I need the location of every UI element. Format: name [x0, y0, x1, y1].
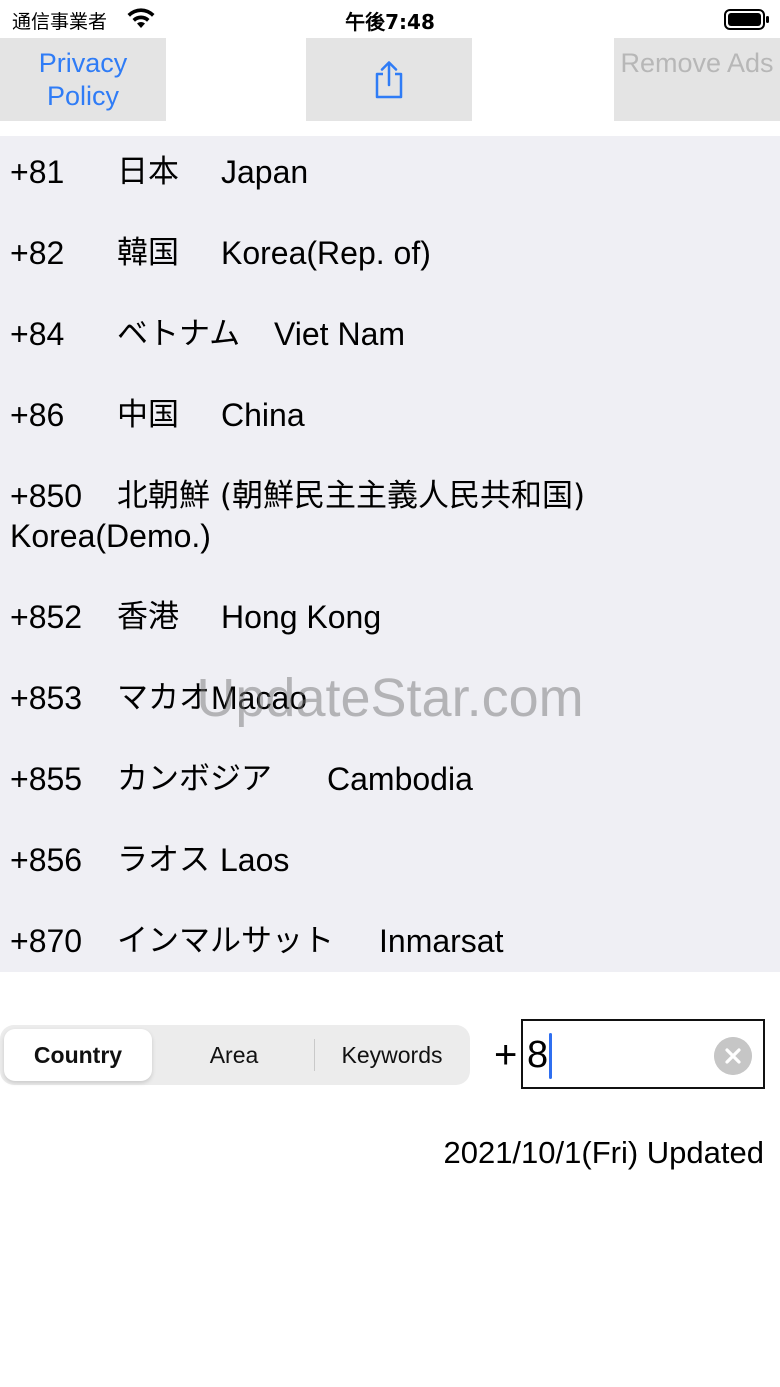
- dial-code: +81: [10, 154, 65, 190]
- dial-code-input[interactable]: 8: [521, 1019, 765, 1089]
- segment-country[interactable]: Country: [4, 1029, 152, 1081]
- country-name-en: Korea(Demo.): [10, 518, 211, 554]
- country-name-ja: 香港: [117, 599, 179, 635]
- segment-divider: [314, 1039, 315, 1071]
- dial-code: +855: [10, 761, 83, 797]
- country-name-ja: 北朝鮮 (朝鮮民主主義人民共和国): [117, 478, 586, 514]
- status-bar: 通信事業者 午後7:48: [0, 0, 780, 38]
- dial-code: +852: [10, 599, 83, 635]
- country-name-ja: カンボジア: [117, 761, 272, 797]
- search-mode-segmented-control[interactable]: Country Area Keywords: [0, 1025, 470, 1085]
- updated-date: 2021/10/1(Fri) Updated: [443, 1135, 764, 1170]
- dial-code: +84: [10, 316, 65, 352]
- country-name-en: Laos: [220, 842, 290, 878]
- country-name-en: Cambodia: [327, 761, 473, 797]
- country-name-en: Macao: [211, 680, 308, 716]
- segment-area[interactable]: Area: [160, 1029, 308, 1081]
- dial-code-value: 8: [527, 1034, 549, 1076]
- dial-code: +853: [10, 680, 83, 716]
- clock: 午後7:48: [345, 10, 435, 34]
- dial-code: +856: [10, 842, 83, 878]
- segment-keywords[interactable]: Keywords: [318, 1029, 466, 1081]
- country-name-ja: 日本: [117, 154, 179, 190]
- share-icon: [375, 61, 403, 99]
- dial-code: +870: [10, 923, 83, 959]
- text-caret: [549, 1033, 552, 1079]
- country-name-en: Inmarsat: [379, 923, 504, 959]
- country-code-list[interactable]: +81 日本 Japan +82 韓国 Korea(Rep. of) +84 ベ…: [0, 136, 780, 972]
- share-button[interactable]: [306, 38, 472, 121]
- country-name-ja: インマルサット: [117, 923, 334, 959]
- dial-code: +86: [10, 397, 65, 433]
- battery-icon: [724, 9, 769, 30]
- dial-code: +82: [10, 235, 65, 271]
- privacy-policy-button[interactable]: Privacy Policy: [0, 38, 166, 121]
- country-name-ja: ラオス: [117, 842, 210, 878]
- country-name-ja: ベトナム: [117, 316, 241, 352]
- remove-ads-button[interactable]: Remove Ads: [614, 38, 780, 121]
- country-name-ja: マカオ: [117, 680, 210, 716]
- country-name-ja: 中国: [117, 397, 179, 433]
- country-name-en: China: [221, 397, 305, 433]
- code-prefix: +: [494, 1033, 518, 1077]
- clear-icon[interactable]: [714, 1037, 752, 1075]
- country-name-ja: 韓国: [117, 235, 179, 271]
- country-name-en: Korea(Rep. of): [221, 235, 431, 271]
- country-name-en: Viet Nam: [274, 316, 406, 352]
- country-name-en: Japan: [221, 154, 309, 190]
- country-name-en: Hong Kong: [221, 599, 382, 635]
- dial-code: +850: [10, 478, 83, 514]
